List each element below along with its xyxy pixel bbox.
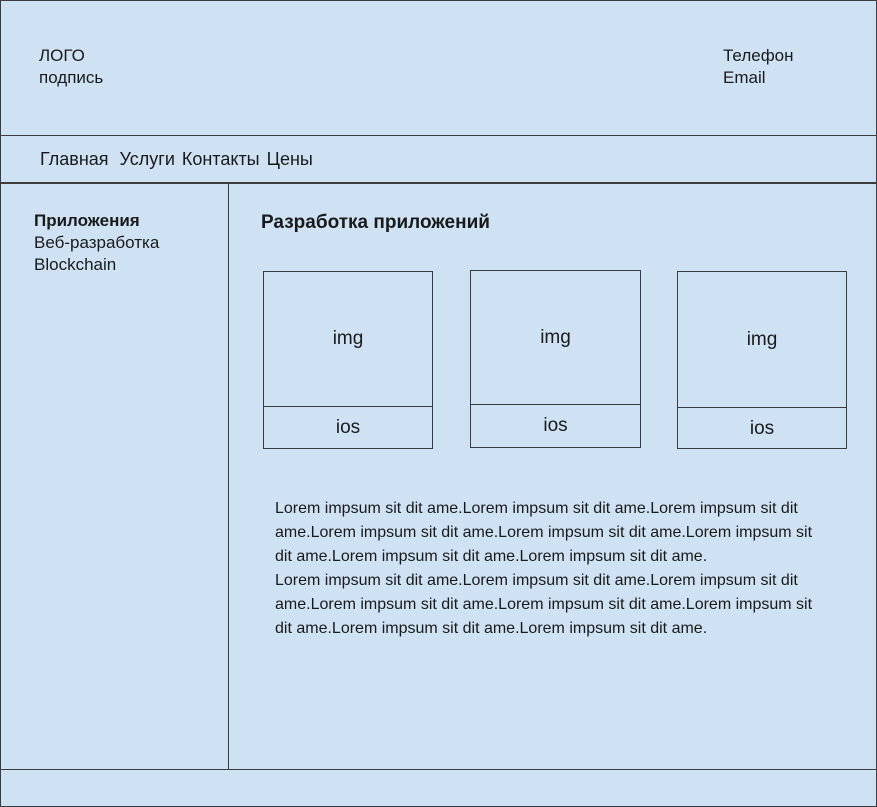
card-image-label: img	[332, 328, 364, 349]
product-card[interactable]: img ios	[677, 271, 847, 449]
contact-block: Телефон Email	[723, 45, 794, 89]
nav-item-home[interactable]: Главная	[40, 148, 109, 170]
description-text: Lorem impsum sit dit ame.Lorem impsum si…	[275, 497, 825, 641]
card-image-placeholder: img	[678, 272, 846, 408]
wireframe-page: ЛОГО подпись Телефон Email Главная Услуги…	[0, 0, 877, 807]
product-card[interactable]: img ios	[263, 271, 433, 449]
main-nav: Главная Услуги Контакты Цены	[1, 136, 876, 184]
nav-item-prices[interactable]: Цены	[267, 148, 313, 170]
card-caption: ios	[335, 417, 361, 438]
site-footer	[1, 769, 876, 807]
card-image-placeholder: img	[471, 271, 640, 405]
logo-block[interactable]: ЛОГО подпись	[39, 45, 103, 89]
description-paragraph: Lorem impsum sit dit ame.Lorem impsum si…	[275, 500, 813, 565]
nav-item-contacts[interactable]: Контакты	[182, 148, 260, 170]
email-link[interactable]: Email	[723, 67, 794, 89]
card-image-placeholder: img	[264, 272, 432, 407]
sidebar-item-apps[interactable]: Приложения	[34, 210, 159, 232]
description-paragraph: Lorem impsum sit dit ame.Lorem impsum si…	[275, 572, 813, 637]
nav-item-services[interactable]: Услуги	[120, 148, 175, 170]
logo: ЛОГО	[39, 46, 85, 65]
card-image-label: img	[746, 328, 778, 350]
site-header: ЛОГО подпись Телефон Email	[1, 1, 876, 136]
card-caption: ios	[749, 418, 775, 439]
card-caption: ios	[543, 415, 568, 436]
sidebar-item-web-dev[interactable]: Веб-разработка	[34, 232, 159, 254]
product-card[interactable]: img ios	[470, 270, 641, 448]
sidebar: Приложения Веб-разработка Blockchain	[1, 184, 229, 769]
main-content: Разработка приложений img ios img ios im…	[229, 184, 876, 769]
phone-link[interactable]: Телефон	[723, 45, 794, 67]
logo-tagline: подпись	[39, 68, 104, 87]
sidebar-item-blockchain[interactable]: Blockchain	[34, 254, 159, 276]
page-title: Разработка приложений	[261, 212, 490, 233]
sidebar-menu: Приложения Веб-разработка Blockchain	[34, 210, 159, 276]
card-image-label: img	[540, 326, 571, 348]
